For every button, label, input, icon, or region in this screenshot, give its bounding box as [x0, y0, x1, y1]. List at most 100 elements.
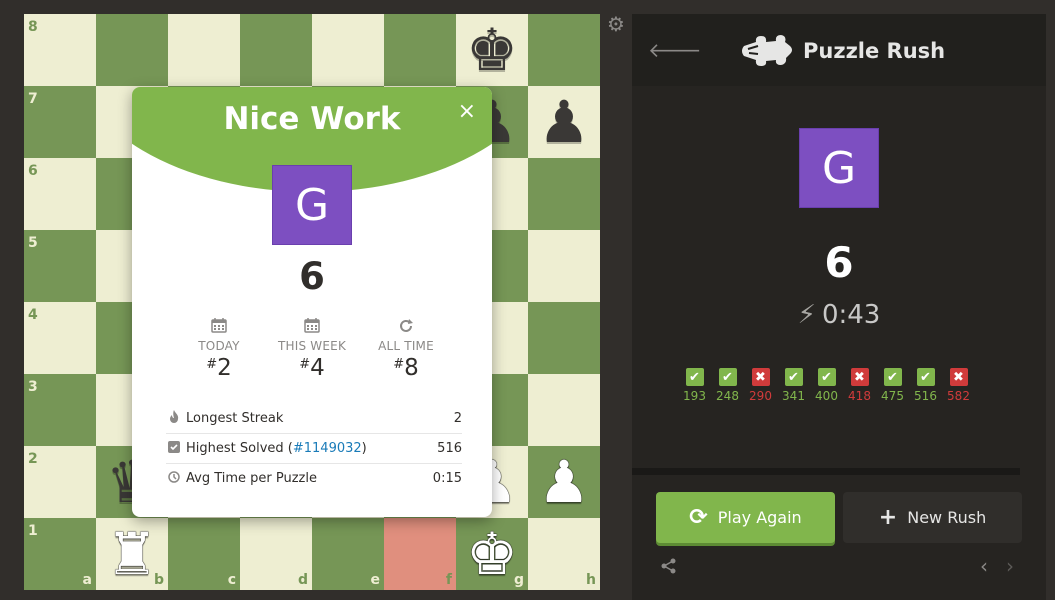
square-d8[interactable] [240, 14, 312, 86]
square-h5[interactable] [528, 230, 600, 302]
rank-label: 2 [28, 451, 38, 467]
x-icon: ✖ [949, 368, 968, 386]
avatar: G [272, 165, 352, 245]
square-a3[interactable]: 3 [24, 374, 96, 446]
x-icon: ✖ [850, 368, 869, 386]
square-c8[interactable] [168, 14, 240, 86]
back-arrow-icon[interactable]: 🡐 [648, 40, 702, 60]
panel-header: 🡐 Puzzle Rush [632, 14, 1046, 86]
rank-label: 3 [28, 379, 38, 395]
black-king-icon[interactable]: ♚ [456, 14, 528, 86]
square-a7[interactable]: 7 [24, 86, 96, 158]
square-d1[interactable]: d [240, 518, 312, 590]
check-icon: ✔ [718, 368, 737, 386]
square-f8[interactable] [384, 14, 456, 86]
row-value: 0:15 [432, 471, 462, 486]
file-label: a [82, 572, 92, 588]
result-item[interactable]: ✔ 400 [810, 368, 843, 403]
row-value: 516 [437, 441, 462, 456]
timer: ⚡ 0:43 [632, 300, 1046, 330]
result-item[interactable]: ✔ 475 [876, 368, 909, 403]
result-rating: 400 [815, 389, 838, 403]
square-e8[interactable] [312, 14, 384, 86]
square-a5[interactable]: 5 [24, 230, 96, 302]
square-a8[interactable]: 8 [24, 14, 96, 86]
file-label: h [586, 572, 596, 588]
highest-solved-row: Highest Solved (#1149032) 516 [166, 433, 462, 463]
square-h3[interactable] [528, 374, 600, 446]
result-rating: 418 [848, 389, 871, 403]
file-label: f [445, 572, 452, 588]
row-value: 2 [453, 410, 462, 426]
square-e1[interactable]: e [312, 518, 384, 590]
square-h1[interactable]: h [528, 518, 600, 590]
timer-value: 0:43 [821, 300, 881, 330]
refresh-icon [351, 317, 461, 335]
result-item[interactable]: ✔ 248 [711, 368, 744, 403]
row-label: Highest Solved (#1149032) [186, 441, 367, 456]
square-c1[interactable]: c [168, 518, 240, 590]
progress-divider [632, 468, 1020, 475]
result-rating: 582 [947, 389, 970, 403]
result-item[interactable]: ✖ 418 [843, 368, 876, 403]
check-icon: ✔ [883, 368, 902, 386]
square-a1[interactable]: 1a [24, 518, 96, 590]
white-rook-icon[interactable]: ♜ [96, 518, 168, 590]
check-icon: ✔ [685, 368, 704, 386]
results-list: ✔ 193 ✔ 248 ✖ 290 ✔ 341 ✔ 400 ✖ 418 ✔ 475 ✔ 516 ✖ 582 [678, 368, 975, 403]
puzzle-link[interactable]: #1149032 [293, 441, 362, 456]
avatar: G [799, 128, 879, 208]
puzzle-piece-icon [742, 35, 792, 66]
square-a2[interactable]: 2 [24, 446, 96, 518]
result-rating: 341 [782, 389, 805, 403]
rank-label: 4 [28, 307, 38, 323]
play-again-button[interactable]: ⟳ Play Again [656, 492, 835, 543]
puzzle-rush-panel: 🡐 Puzzle Rush G 6 ⚡ 0:43 ✔ 193 ✔ 248 ✖ 290 ✔ 341… [632, 14, 1046, 600]
results-modal: Nice Work × G 6 TODAY #2 THIS WEEK #4 AL… [132, 87, 492, 517]
square-f1[interactable]: f [384, 518, 456, 590]
close-icon[interactable]: × [458, 101, 476, 123]
square-h4[interactable] [528, 302, 600, 374]
result-rating: 475 [881, 389, 904, 403]
black-pawn-icon[interactable]: ♟ [528, 86, 600, 158]
panel-title: Puzzle Rush [803, 39, 946, 63]
square-h8[interactable] [528, 14, 600, 86]
result-item[interactable]: ✔ 193 [678, 368, 711, 403]
plus-icon: + [878, 505, 898, 530]
flame-icon [166, 409, 182, 427]
refresh-icon: ⟳ [689, 505, 708, 530]
result-item[interactable]: ✔ 341 [777, 368, 810, 403]
file-label: e [370, 572, 381, 588]
check-icon: ✔ [916, 368, 935, 386]
rank-label: 8 [28, 19, 38, 35]
chevron-right-icon[interactable]: › [1006, 554, 1014, 578]
stat-value: #8 [393, 355, 419, 381]
result-item[interactable]: ✖ 582 [942, 368, 975, 403]
clock-icon [166, 470, 182, 487]
square-a6[interactable]: 6 [24, 158, 96, 230]
panel-score: 6 [824, 238, 854, 287]
check-icon: ✔ [817, 368, 836, 386]
rank-label: 6 [28, 163, 38, 179]
result-item[interactable]: ✔ 516 [909, 368, 942, 403]
square-h6[interactable] [528, 158, 600, 230]
square-b8[interactable] [96, 14, 168, 86]
white-king-icon[interactable]: ♚ [456, 518, 528, 590]
share-icon[interactable] [660, 557, 678, 580]
new-rush-button[interactable]: + New Rush [843, 492, 1022, 543]
x-icon: ✖ [751, 368, 770, 386]
result-item[interactable]: ✖ 290 [744, 368, 777, 403]
gear-icon[interactable]: ⚙ [606, 14, 626, 34]
chevron-left-icon[interactable]: ‹ [980, 554, 988, 578]
stat-all-time: ALL TIME #8 [351, 317, 461, 381]
square-a4[interactable]: 4 [24, 302, 96, 374]
lightning-icon: ⚡ [797, 300, 816, 330]
avg-time-row: Avg Time per Puzzle 0:15 [166, 463, 462, 493]
longest-streak-row: Longest Streak 2 [166, 403, 462, 433]
modal-score: 6 [299, 255, 325, 298]
rank-label: 5 [28, 235, 38, 251]
white-pawn-icon[interactable]: ♟ [528, 446, 600, 518]
result-rating: 516 [914, 389, 937, 403]
rank-label: 1 [28, 523, 38, 539]
check-icon: ✔ [784, 368, 803, 386]
